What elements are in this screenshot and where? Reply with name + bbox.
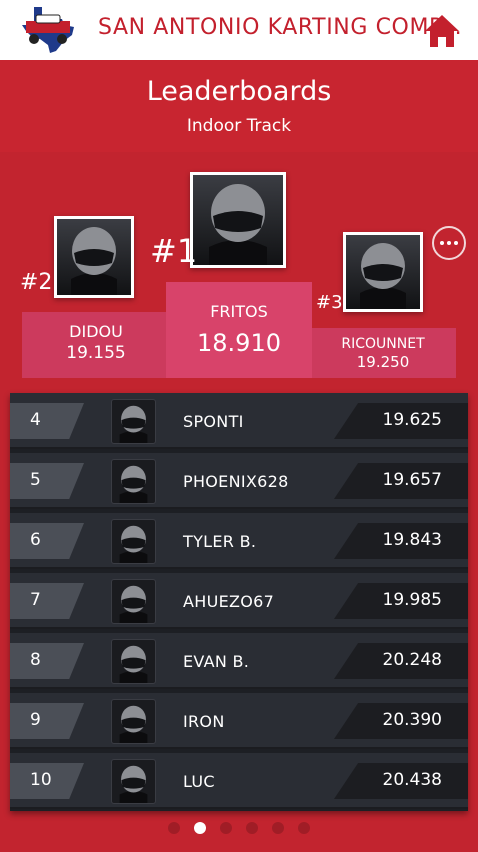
podium-block-1[interactable]: FRITOS 18.910 xyxy=(166,282,312,378)
rank-number: 7 xyxy=(30,590,41,610)
rank-number: 4 xyxy=(30,410,41,430)
rank-number: 8 xyxy=(30,650,41,670)
lap-time: 20.438 xyxy=(382,770,442,790)
page-indicator xyxy=(0,822,478,834)
driver-name: PHOENIX628 xyxy=(183,472,289,491)
app-bar: SAN ANTONIO KARTING COMP... xyxy=(0,0,478,60)
home-button[interactable] xyxy=(422,12,462,50)
driver-avatar xyxy=(111,459,156,504)
leaderboard-table: 4 SPONTI 19.625 5 PHOENIX628 19.657 6 TYLER B. 1… xyxy=(10,393,468,811)
podium-block-3[interactable]: RICOUNNET 19.250 xyxy=(310,328,456,378)
helmet-icon xyxy=(193,175,283,265)
driver-avatar xyxy=(111,579,156,624)
table-row[interactable]: 7 AHUEZO67 19.985 xyxy=(10,573,468,629)
page-dot[interactable] xyxy=(298,822,310,834)
podium-block-2[interactable]: DIDOU 19.155 xyxy=(22,312,170,378)
driver-name: SPONTI xyxy=(183,412,244,431)
podium-rank-3: #3 xyxy=(316,292,343,313)
podium-name-1: FRITOS xyxy=(210,302,268,321)
page-title: Leaderboards xyxy=(146,76,332,107)
podium-time-2: 19.155 xyxy=(66,343,126,363)
table-row[interactable]: 8 EVAN B. 20.248 xyxy=(10,633,468,689)
rank-number: 10 xyxy=(30,770,52,790)
rank-badge xyxy=(10,703,84,739)
driver-name: EVAN B. xyxy=(183,652,250,671)
driver-name: AHUEZO67 xyxy=(183,592,275,611)
podium-name-3: RICOUNNET xyxy=(341,336,425,352)
driver-avatar xyxy=(111,399,156,444)
podium-rank-1: #1 xyxy=(150,232,198,270)
lap-time: 19.625 xyxy=(382,410,442,430)
helmet-icon xyxy=(119,405,148,443)
helmet-icon xyxy=(57,219,131,295)
app-title: SAN ANTONIO KARTING COMP... xyxy=(98,15,463,40)
lap-time: 19.985 xyxy=(382,590,442,610)
podium-avatar-1[interactable] xyxy=(190,172,286,268)
rank-badge xyxy=(10,523,84,559)
podium-rank-2: #2 xyxy=(20,270,53,295)
driver-avatar xyxy=(111,519,156,564)
helmet-icon xyxy=(119,705,148,743)
driver-name: IRON xyxy=(183,712,225,731)
helmet-icon xyxy=(119,585,148,623)
podium-name-2: DIDOU xyxy=(69,322,123,341)
texas-karting-logo xyxy=(18,5,78,55)
track-subtitle: Indoor Track xyxy=(186,116,292,136)
rank-number: 5 xyxy=(30,470,41,490)
driver-name: TYLER B. xyxy=(183,532,257,551)
podium-avatar-2[interactable] xyxy=(54,216,134,298)
lap-time: 19.657 xyxy=(382,470,442,490)
more-options-button[interactable] xyxy=(432,226,466,260)
lap-time: 19.843 xyxy=(382,530,442,550)
page-header: Leaderboards Indoor Track xyxy=(0,60,478,152)
table-row[interactable]: 6 TYLER B. 19.843 xyxy=(10,513,468,569)
table-row[interactable]: 4 SPONTI 19.625 xyxy=(10,393,468,449)
podium-avatar-3[interactable] xyxy=(343,232,423,312)
lap-time: 20.390 xyxy=(382,710,442,730)
page-dot[interactable] xyxy=(168,822,180,834)
podium-time-1: 18.910 xyxy=(197,329,281,357)
home-icon xyxy=(425,15,459,47)
page-dot[interactable] xyxy=(246,822,258,834)
table-row[interactable]: 5 PHOENIX628 19.657 xyxy=(10,453,468,509)
rank-number: 6 xyxy=(30,530,41,550)
driver-avatar xyxy=(111,699,156,744)
page-dot[interactable] xyxy=(220,822,232,834)
lap-time: 20.248 xyxy=(382,650,442,670)
helmet-icon xyxy=(119,765,148,803)
rank-badge xyxy=(10,583,84,619)
helmet-icon xyxy=(119,465,148,503)
more-options-icon xyxy=(440,241,444,245)
table-row[interactable]: 9 IRON 20.390 xyxy=(10,693,468,749)
helmet-icon xyxy=(346,235,420,309)
rank-badge xyxy=(10,643,84,679)
helmet-icon xyxy=(119,645,148,683)
rank-badge xyxy=(10,463,84,499)
driver-avatar xyxy=(111,759,156,804)
rank-number: 9 xyxy=(30,710,41,730)
helmet-icon xyxy=(119,525,148,563)
driver-name: LUC xyxy=(183,772,215,791)
driver-avatar xyxy=(111,639,156,684)
table-row[interactable]: 10 LUC 20.438 xyxy=(10,753,468,809)
rank-badge xyxy=(10,403,84,439)
podium-time-3: 19.250 xyxy=(356,353,410,371)
page-dot[interactable] xyxy=(272,822,284,834)
page-dot[interactable] xyxy=(194,822,206,834)
